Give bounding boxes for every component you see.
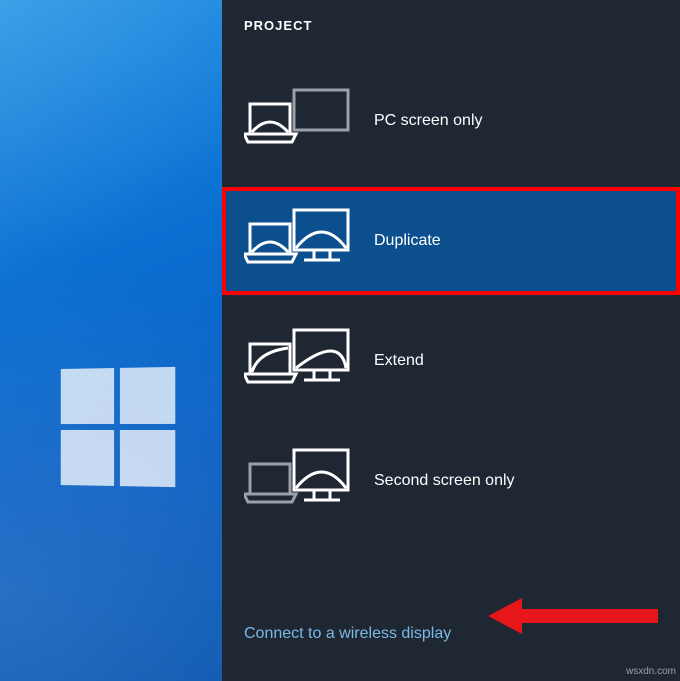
panel-title: PROJECT [222, 0, 680, 67]
second-screen-only-icon [244, 448, 352, 514]
desktop-wallpaper [0, 0, 222, 681]
connect-wireless-display-link[interactable]: Connect to a wireless display [244, 625, 451, 642]
option-pc-screen-only[interactable]: PC screen only [222, 67, 680, 175]
option-duplicate[interactable]: Duplicate [222, 187, 680, 295]
windows-logo-icon [61, 367, 176, 487]
option-extend[interactable]: Extend [222, 307, 680, 415]
pc-screen-only-icon [244, 88, 352, 154]
watermark-text: wsxdn.com [626, 666, 676, 677]
project-panel: PROJECT PC screen only [222, 0, 680, 681]
option-label: Duplicate [374, 232, 441, 250]
option-label: Extend [374, 352, 424, 370]
duplicate-icon [244, 208, 352, 274]
extend-icon [244, 328, 352, 394]
option-label: PC screen only [374, 112, 483, 130]
option-label: Second screen only [374, 472, 515, 490]
option-second-screen-only[interactable]: Second screen only [222, 427, 680, 535]
wireless-link-row: Connect to a wireless display [222, 625, 680, 643]
